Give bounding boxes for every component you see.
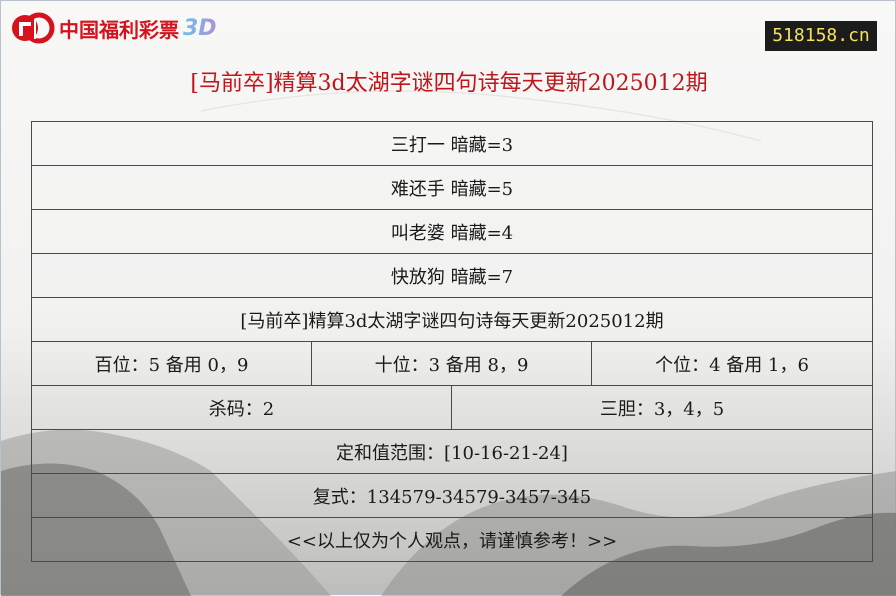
lottery-logo-text: 中国福利彩票 (59, 17, 179, 42)
table-row: [马前卒]精算3d太湖字谜四句诗每天更新2025012期 (30, 297, 874, 342)
kill-code: 杀码：2 (31, 385, 452, 430)
lottery-logo-icon (12, 12, 55, 44)
table-row: 三打一 暗藏=3 (30, 121, 874, 166)
lottery-logo-3d: 3D (183, 15, 217, 41)
hundreds-position: 百位：5 备用 0，9 (31, 341, 312, 386)
riddle-line-4: 快放狗 暗藏=7 (30, 253, 874, 298)
riddle-line-3: 叫老婆 暗藏=4 (30, 209, 874, 254)
lottery-logo: 中国福利彩票 3D (9, 9, 217, 47)
sum-range: 定和值范围：[10-16-21-24] (30, 429, 874, 474)
table-row: 百位：5 备用 0，9 十位：3 备用 8，9 个位：4 备用 1，6 (31, 341, 874, 386)
table-row: 定和值范围：[10-16-21-24] (30, 429, 874, 474)
table-row: <<以上仅为个人观点，请谨慎参考！>> (30, 517, 874, 562)
table-row: 快放狗 暗藏=7 (30, 253, 874, 298)
table-row: 杀码：2 三胆：3，4，5 (31, 385, 874, 430)
site-domain-badge[interactable]: 518158.cn (765, 21, 877, 51)
disclaimer: <<以上仅为个人观点，请谨慎参考！>> (30, 517, 874, 562)
compound-combination: 复式：134579-34579-3457-345 (30, 473, 874, 518)
units-position: 个位：4 备用 1，6 (590, 341, 874, 386)
riddle-line-1: 三打一 暗藏=3 (30, 121, 874, 166)
table-row: 复式：134579-34579-3457-345 (30, 473, 874, 518)
three-gall: 三胆：3，4，5 (450, 385, 874, 430)
page-title: [马前卒]精算3d太湖字谜四句诗每天更新2025012期 (190, 71, 708, 96)
issue-title: [马前卒]精算3d太湖字谜四句诗每天更新2025012期 (30, 297, 874, 342)
table-row: 难还手 暗藏=5 (30, 165, 874, 210)
prediction-table: 三打一 暗藏=3 难还手 暗藏=5 叫老婆 暗藏=4 快放狗 暗藏=7 [马前卒… (30, 121, 874, 562)
table-row: 叫老婆 暗藏=4 (30, 209, 874, 254)
tens-position: 十位：3 备用 8，9 (311, 341, 592, 386)
riddle-line-2: 难还手 暗藏=5 (30, 165, 874, 210)
